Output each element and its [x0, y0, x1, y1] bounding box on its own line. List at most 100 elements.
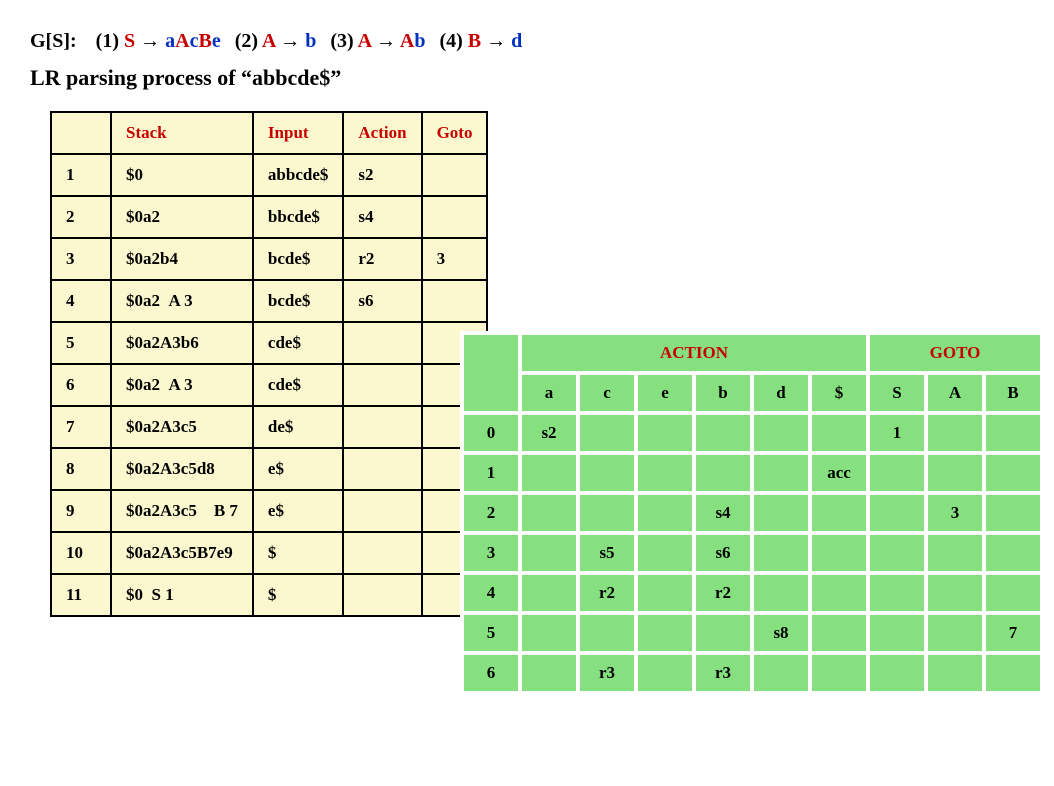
lr-state: 3: [464, 535, 518, 571]
lr-cell: r3: [580, 655, 634, 691]
parse-cell-action: s6: [343, 280, 421, 322]
rule-number: (1): [96, 30, 124, 52]
parse-cell-action: s4: [343, 196, 421, 238]
rule-lhs: S: [124, 30, 135, 52]
lr-cell: s5: [580, 535, 634, 571]
parse-cell-action: [343, 448, 421, 490]
lr-cell: r2: [696, 575, 750, 611]
lr-cell: [754, 415, 808, 451]
lr-cell: [928, 535, 982, 571]
lr-cell: [928, 615, 982, 651]
lr-cell: [986, 495, 1040, 531]
lr-cell: [696, 615, 750, 651]
lr-cell: [928, 415, 982, 451]
parse-cell-stack: $0a2A3c5B7e9: [111, 532, 253, 574]
lr-cell: [522, 655, 576, 691]
parse-cell-input: bcde$: [253, 280, 343, 322]
parse-cell-input: e$: [253, 448, 343, 490]
lr-cell: [638, 455, 692, 491]
parse-cell-action: [343, 406, 421, 448]
lr-cell: [754, 655, 808, 691]
lr-cell: [638, 535, 692, 571]
lr-cell: [812, 575, 866, 611]
parse-cell-action: [343, 364, 421, 406]
lr-cell: [812, 495, 866, 531]
lr-cell: [870, 535, 924, 571]
lr-cell: 7: [986, 615, 1040, 651]
parse-cell-goto: [422, 154, 488, 196]
parse-cell-input: bbcde$: [253, 196, 343, 238]
lr-cell: [754, 455, 808, 491]
rule-symbol: b: [414, 30, 425, 52]
lr-cell: [580, 415, 634, 451]
lr-cell: acc: [812, 455, 866, 491]
lr-cell: [986, 655, 1040, 691]
lr-cell: [522, 495, 576, 531]
lr-cell: [754, 535, 808, 571]
subtitle: LR parsing process of “abbcde$”: [30, 65, 1024, 91]
lr-cell: [638, 495, 692, 531]
lr-cell: [812, 615, 866, 651]
arrow-icon: →: [371, 30, 400, 52]
parse-header: Goto: [422, 112, 488, 154]
lr-column: e: [638, 375, 692, 411]
parse-cell-action: [343, 532, 421, 574]
table-row: 3 s5 s6: [464, 535, 1040, 571]
rule-symbol: A: [175, 30, 189, 52]
table-row: 2s43: [464, 495, 1040, 531]
parse-cell-step: 8: [51, 448, 111, 490]
table-row: 5$0a2A3b6cde$: [51, 322, 487, 364]
lr-cell: [522, 615, 576, 651]
parse-cell-step: 2: [51, 196, 111, 238]
lr-column: b: [696, 375, 750, 411]
lr-cell: s4: [696, 495, 750, 531]
parse-cell-input: bcde$: [253, 238, 343, 280]
lr-state: 6: [464, 655, 518, 691]
arrow-icon: →: [135, 30, 165, 52]
table-row: 1$0abbcde$s2: [51, 154, 487, 196]
parse-cell-action: s2: [343, 154, 421, 196]
parse-cell-input: de$: [253, 406, 343, 448]
table-row: 1acc: [464, 455, 1040, 491]
parse-cell-step: 4: [51, 280, 111, 322]
lr-cell: [696, 455, 750, 491]
rule-number: (4): [439, 30, 467, 52]
parse-cell-action: r2: [343, 238, 421, 280]
rule-symbol: d: [511, 30, 522, 52]
parse-cell-stack: $0a2A3c5 B 7: [111, 490, 253, 532]
lr-cell: r3: [696, 655, 750, 691]
parse-cell-input: cde$: [253, 364, 343, 406]
parse-cell-stack: $0a2A3b6: [111, 322, 253, 364]
lr-cell: s6: [696, 535, 750, 571]
lr-state: 4: [464, 575, 518, 611]
table-row: 10$0a2A3c5B7e9$: [51, 532, 487, 574]
parse-cell-input: e$: [253, 490, 343, 532]
lr-column: c: [580, 375, 634, 411]
rule-lhs: A: [262, 30, 275, 52]
lr-cell: [986, 575, 1040, 611]
parse-cell-step: 10: [51, 532, 111, 574]
lr-cell: [870, 495, 924, 531]
parse-cell-step: 3: [51, 238, 111, 280]
parse-cell-stack: $0a2A3c5: [111, 406, 253, 448]
lr-cell: [812, 655, 866, 691]
parse-cell-input: $: [253, 574, 343, 616]
lr-cell: r2: [580, 575, 634, 611]
lr-cell: [928, 455, 982, 491]
lr-cell: [522, 455, 576, 491]
parse-cell-step: 5: [51, 322, 111, 364]
parse-cell-input: abbcde$: [253, 154, 343, 196]
parse-cell-step: 7: [51, 406, 111, 448]
table-row: 6 r3 r3: [464, 655, 1040, 691]
parse-cell-input: cde$: [253, 322, 343, 364]
parse-cell-input: $: [253, 532, 343, 574]
lr-cell: [870, 455, 924, 491]
rule-number: (2): [235, 30, 262, 52]
parse-cell-step: 1: [51, 154, 111, 196]
parse-cell-stack: $0: [111, 154, 253, 196]
lr-cell: [580, 495, 634, 531]
parse-cell-stack: $0a2b4: [111, 238, 253, 280]
lr-cell: [986, 535, 1040, 571]
lr-cell: [986, 455, 1040, 491]
lr-cell: [580, 615, 634, 651]
